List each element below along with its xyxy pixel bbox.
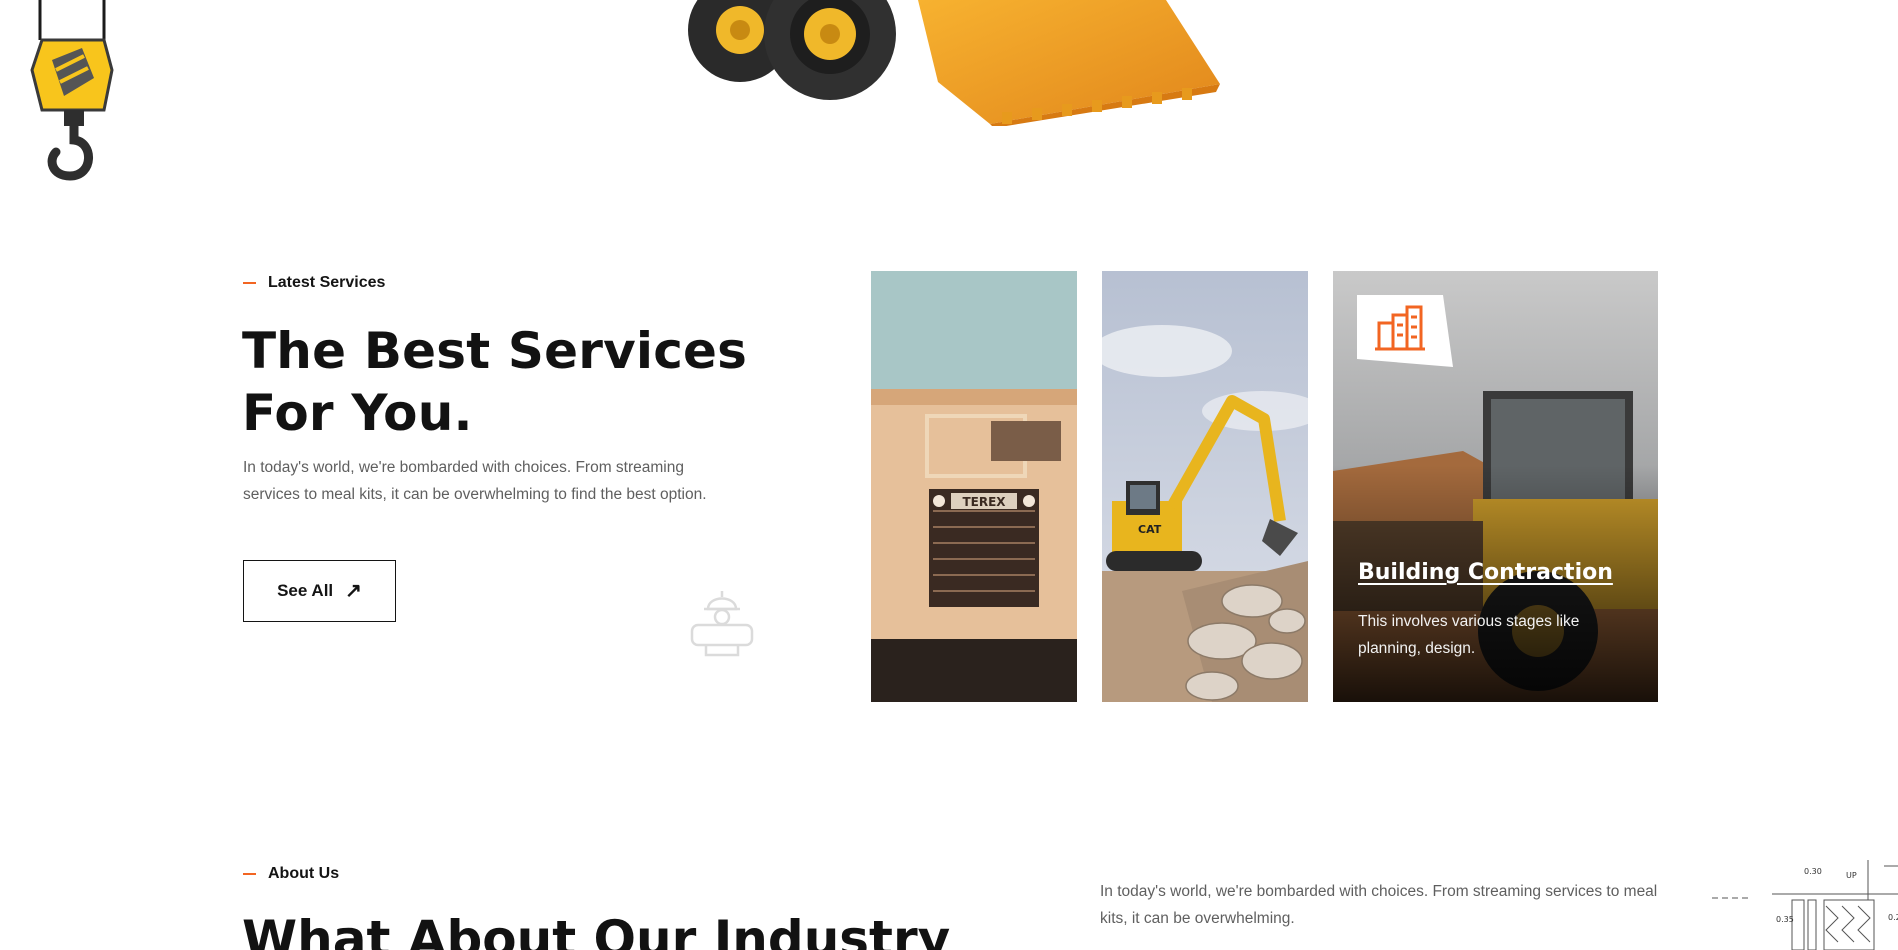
arrow-up-right-icon: ↗ [345, 580, 362, 602]
blueprint-drawing: 0.30 UP 0.25 0.35 [1712, 860, 1898, 950]
services-eyebrow: Latest Services [243, 274, 385, 292]
terex-logo-text: TEREX [962, 495, 1006, 509]
services-headline-line2: For You. [242, 384, 473, 442]
about-eyebrow-label: About Us [268, 865, 340, 882]
blueprint-label-4: 0.35 [1776, 915, 1794, 924]
crane-hook-icon [30, 0, 114, 181]
cat-logo-text: CAT [1138, 523, 1162, 536]
about-headline: What About Our Industry [242, 910, 951, 950]
blueprint-label-3: 0.25 [1888, 913, 1898, 922]
about-eyebrow: About Us [243, 865, 339, 883]
building-icon [1357, 295, 1453, 367]
excavator-on-rocks-photo: CAT [1102, 271, 1308, 702]
accent-dash [243, 873, 256, 875]
service-card-dump-truck[interactable]: TEREX [871, 271, 1077, 702]
see-all-button[interactable]: See All ↗ [243, 560, 396, 622]
about-text: In today's world, we're bombarded with c… [1100, 883, 1658, 927]
services-headline: The Best Services For You. [242, 320, 762, 444]
accent-dash [243, 282, 256, 284]
see-all-label: See All [277, 581, 334, 600]
services-intro: In today's world, we're bombarded with c… [243, 459, 707, 503]
wheel-loader-illustration [688, 0, 1220, 126]
blueprint-label-1: 0.30 [1804, 867, 1822, 876]
building-contraction-link[interactable]: Building Contraction [1358, 560, 1613, 585]
blueprint-label-2: UP [1846, 871, 1857, 880]
mining-dump-truck-photo: TEREX [871, 271, 1077, 702]
services-eyebrow-label: Latest Services [268, 274, 386, 291]
building-contraction-description: This involves various stages like planni… [1358, 613, 1580, 657]
services-headline-line1: The Best Services [242, 322, 748, 380]
worker-helmet-icon [690, 591, 754, 657]
service-card-excavator[interactable]: CAT [1102, 271, 1308, 702]
